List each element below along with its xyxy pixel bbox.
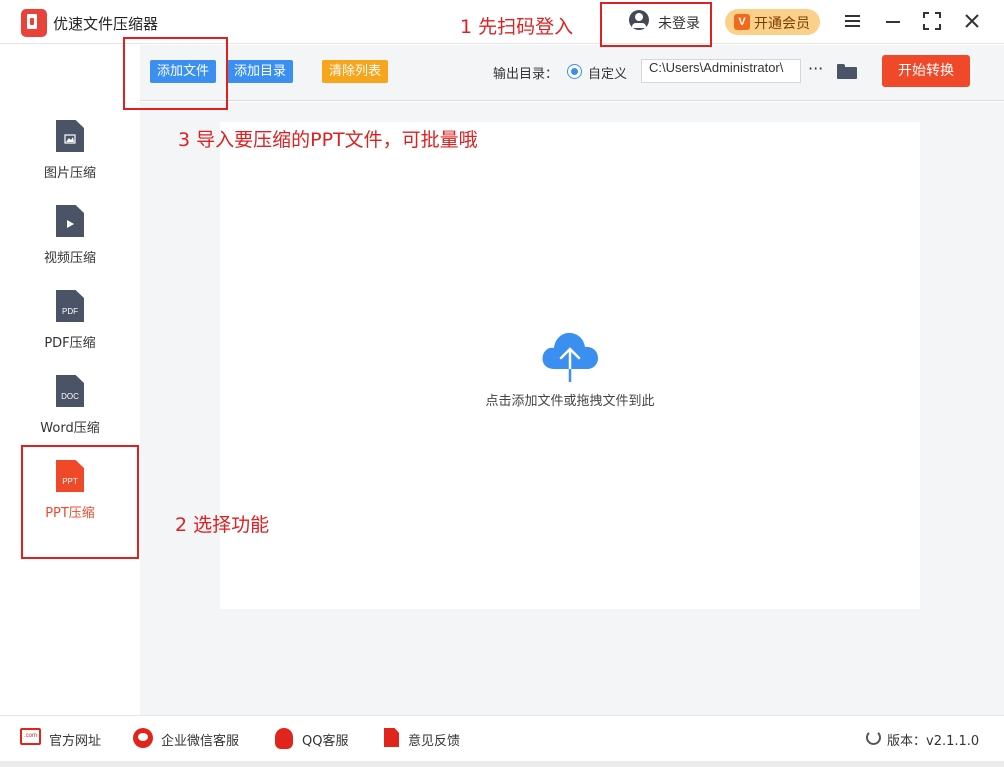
minimize-icon[interactable] bbox=[882, 10, 904, 32]
bottom-strip bbox=[0, 761, 1004, 767]
maximize-icon[interactable] bbox=[921, 10, 943, 32]
wechat-support-link[interactable]: 企业微信客服 bbox=[161, 730, 239, 749]
output-path-value: C:\Users\Administrator\ bbox=[649, 60, 784, 75]
sidebar-item-pdf[interactable]: PDF PDF压缩 bbox=[0, 290, 140, 370]
file-drop-zone[interactable]: 点击添加文件或拖拽文件到此 bbox=[220, 122, 920, 609]
qq-icon[interactable] bbox=[275, 728, 293, 749]
output-path-field[interactable]: C:\Users\Administrator\ bbox=[641, 59, 801, 83]
vip-button[interactable]: V 开通会员 bbox=[725, 9, 820, 35]
clear-list-button[interactable]: 清除列表 bbox=[322, 60, 389, 83]
qq-support-link[interactable]: QQ客服 bbox=[302, 730, 348, 749]
drop-hint: 点击添加文件或拖拽文件到此 bbox=[485, 394, 655, 409]
vip-label: 开通会员 bbox=[754, 16, 810, 32]
wechat-icon[interactable] bbox=[133, 728, 153, 748]
website-link[interactable]: 官方网址 bbox=[49, 730, 101, 749]
main-panel: 点击添加文件或拖拽文件到此 bbox=[140, 102, 1004, 715]
add-directory-button[interactable]: 添加目录 bbox=[227, 60, 294, 83]
more-options-button[interactable]: ··· bbox=[808, 59, 823, 78]
refresh-icon[interactable] bbox=[866, 730, 881, 745]
vip-icon: V bbox=[734, 14, 750, 30]
highlight-login bbox=[600, 2, 712, 47]
cloud-upload-icon bbox=[540, 327, 600, 384]
folder-icon[interactable] bbox=[837, 64, 857, 79]
sidebar-item-label: 图片压缩 bbox=[43, 166, 96, 181]
close-icon[interactable] bbox=[961, 10, 983, 32]
annotation-step1: 1 先扫码登入 bbox=[460, 16, 574, 38]
custom-dir-radio-label[interactable]: 自定义 bbox=[588, 63, 627, 82]
highlight-add-file bbox=[123, 37, 228, 110]
custom-dir-radio[interactable] bbox=[567, 64, 582, 79]
feedback-link[interactable]: 意见反馈 bbox=[408, 730, 460, 749]
footer: .com 官方网址 企业微信客服 QQ客服 意见反馈 版本：v2.1.1.0 bbox=[0, 715, 1004, 761]
sidebar-item-label: 视频压缩 bbox=[43, 251, 96, 266]
output-dir-label: 输出目录： bbox=[493, 67, 559, 82]
sidebar-item-label: PDF压缩 bbox=[44, 336, 96, 351]
app-title: 优速文件压缩器 bbox=[53, 15, 159, 33]
sidebar-item-word[interactable]: DOC Word压缩 bbox=[0, 375, 140, 455]
highlight-ppt bbox=[21, 445, 139, 559]
annotation-step3: 3 导入要压缩的PPT文件，可批量哦 bbox=[178, 129, 478, 151]
sidebar-item-video[interactable]: 视频压缩 bbox=[0, 205, 140, 285]
video-file-icon bbox=[56, 205, 84, 237]
sidebar: 图片压缩 视频压缩 PDF PDF压缩 DOC Word压缩 PPT PPT压缩 bbox=[0, 45, 140, 715]
pdf-file-icon: PDF bbox=[56, 290, 84, 322]
feedback-icon[interactable] bbox=[384, 728, 399, 747]
image-file-icon bbox=[56, 120, 84, 152]
sidebar-item-image[interactable]: 图片压缩 bbox=[0, 120, 140, 200]
annotation-step2: 2 选择功能 bbox=[175, 514, 270, 536]
website-icon[interactable]: .com bbox=[20, 728, 41, 745]
sidebar-item-label: Word压缩 bbox=[40, 421, 100, 436]
word-file-icon: DOC bbox=[56, 375, 84, 407]
menu-icon[interactable] bbox=[842, 10, 864, 32]
start-convert-button[interactable]: 开始转换 bbox=[882, 55, 970, 87]
version-label: 版本：v2.1.1.0 bbox=[887, 734, 980, 749]
toolbar: 添加文件 添加目录 清除列表 输出目录： 自定义 C:\Users\Admini… bbox=[140, 45, 1004, 101]
app-logo-icon bbox=[21, 9, 47, 37]
